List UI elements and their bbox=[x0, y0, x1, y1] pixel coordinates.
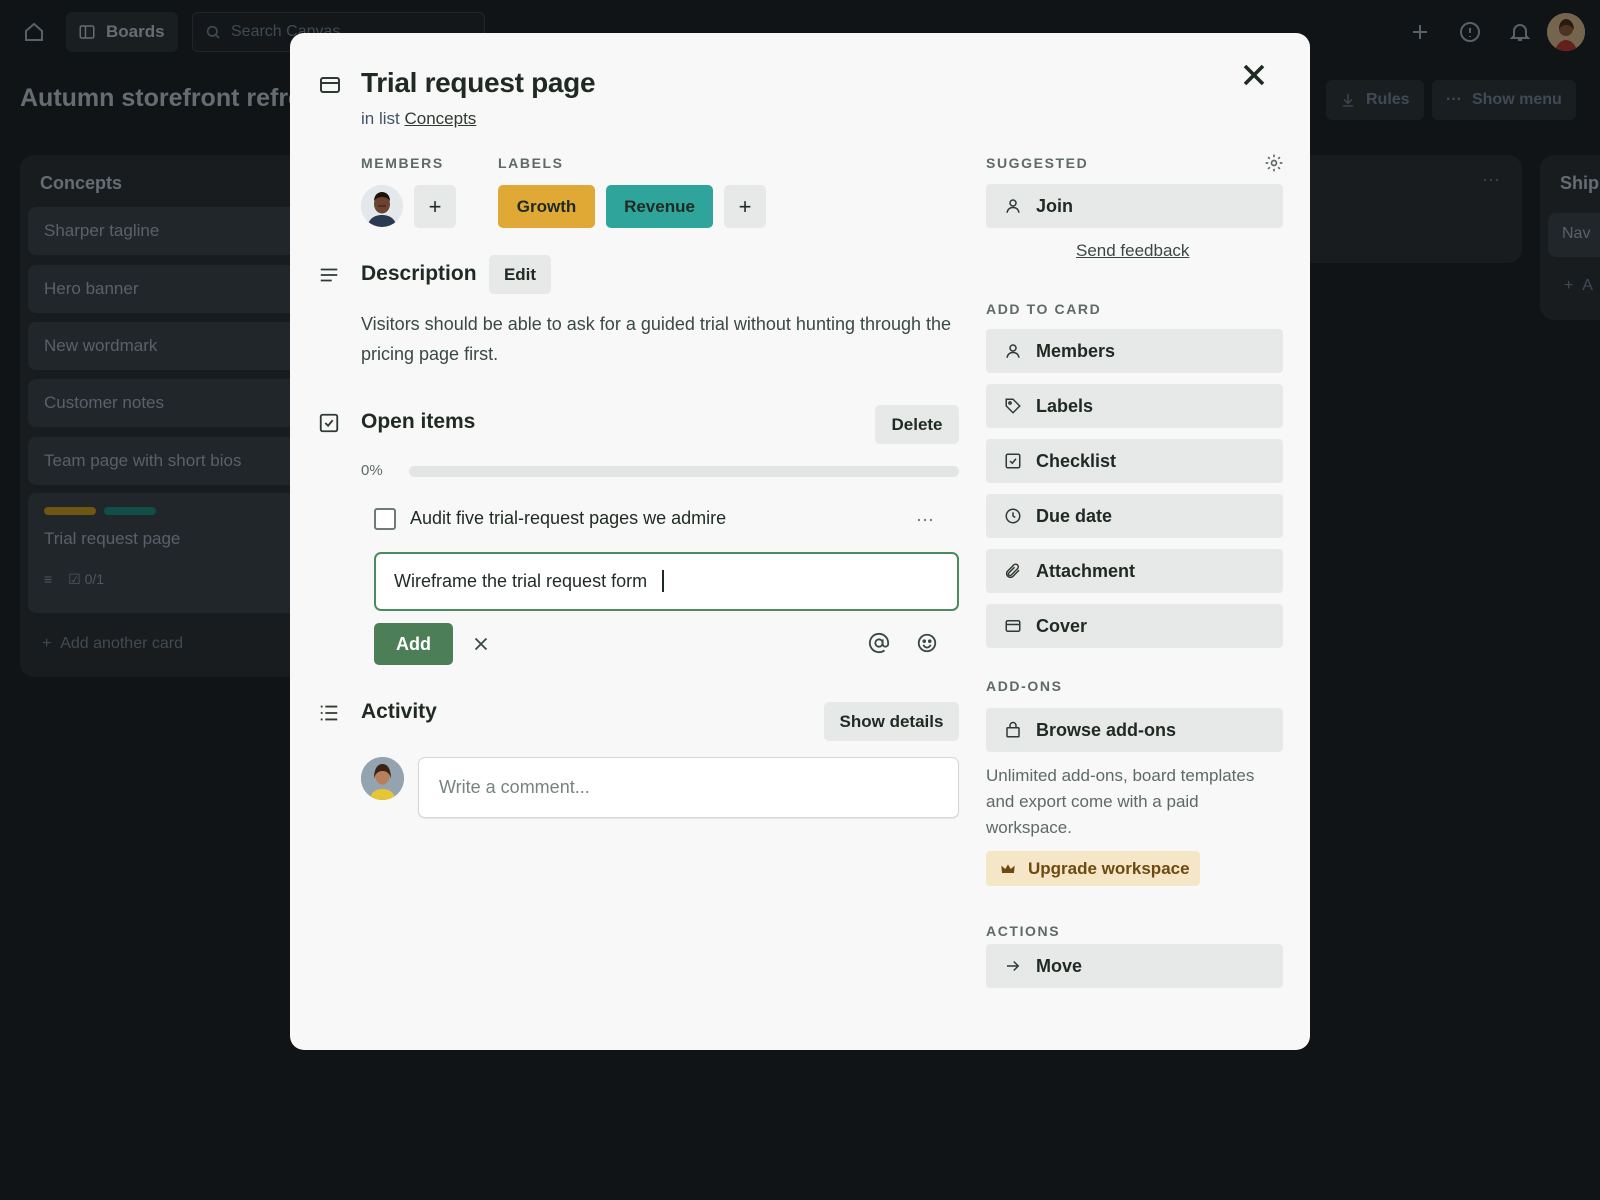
list-link[interactable]: Concepts bbox=[404, 109, 476, 128]
card-icon bbox=[318, 73, 342, 97]
new-checklist-item-input[interactable] bbox=[374, 552, 959, 611]
description-icon bbox=[318, 264, 340, 286]
add-to-card-heading: ADD TO CARD bbox=[986, 301, 1102, 317]
comment-input[interactable] bbox=[418, 757, 959, 818]
checklist-progress-label: 0% bbox=[361, 462, 383, 479]
card-title[interactable]: Trial request page bbox=[361, 67, 596, 99]
checklist-label: Checklist bbox=[1036, 450, 1117, 471]
activity-heading: Activity bbox=[361, 700, 437, 723]
labels-heading: LABELS bbox=[498, 155, 564, 171]
join-button[interactable]: Join bbox=[986, 184, 1283, 228]
checklist-item-checkbox[interactable] bbox=[374, 508, 396, 530]
tag-icon bbox=[1004, 397, 1022, 415]
addons-note: Unlimited add-ons, board templates and e… bbox=[986, 766, 1255, 837]
card-detail-modal: Trial request page in list Concepts MEMB… bbox=[290, 33, 1310, 1050]
browse-addons-label: Browse add-ons bbox=[1036, 719, 1177, 740]
crown-icon bbox=[1000, 861, 1016, 877]
members-button[interactable]: Members bbox=[986, 329, 1283, 373]
edit-description-button[interactable]: Edit bbox=[489, 255, 551, 294]
checklist-heading: Open items bbox=[361, 410, 476, 433]
move-label: Move bbox=[1036, 955, 1083, 976]
suggested-heading: SUGGESTED bbox=[986, 155, 1089, 171]
emoji-icon[interactable] bbox=[916, 632, 938, 654]
checklist-item-text[interactable]: Audit five trial-request pages we admire bbox=[410, 508, 726, 529]
add-item-button[interactable]: Add bbox=[374, 623, 453, 665]
attachment-button[interactable]: Attachment bbox=[986, 549, 1283, 593]
text-caret bbox=[662, 570, 664, 592]
item-more-icon[interactable]: ··· bbox=[916, 509, 936, 529]
add-label-button[interactable]: + bbox=[724, 185, 766, 228]
bag-icon bbox=[1004, 721, 1022, 739]
description-heading: Description bbox=[361, 262, 477, 285]
close-icon[interactable] bbox=[1236, 57, 1272, 93]
mention-icon[interactable] bbox=[868, 632, 890, 654]
cancel-icon[interactable] bbox=[470, 633, 492, 655]
person-icon bbox=[1004, 197, 1022, 215]
person-icon bbox=[1004, 342, 1022, 360]
paperclip-icon bbox=[1004, 562, 1022, 580]
move-button[interactable]: Move bbox=[986, 944, 1283, 988]
activity-icon bbox=[318, 702, 340, 724]
show-details-button[interactable]: Show details bbox=[824, 702, 959, 741]
upgrade-label: Upgrade workspace bbox=[1028, 858, 1190, 878]
checklist-button[interactable]: Checklist bbox=[986, 439, 1283, 483]
members-label: Members bbox=[1036, 340, 1116, 361]
delete-checklist-button[interactable]: Delete bbox=[875, 405, 959, 444]
member-avatar[interactable] bbox=[361, 185, 403, 227]
labels-label: Labels bbox=[1036, 395, 1094, 416]
members-heading: MEMBERS bbox=[361, 155, 444, 171]
cover-button[interactable]: Cover bbox=[986, 604, 1283, 648]
actions-heading: ACTIONS bbox=[986, 923, 1061, 939]
cover-label: Cover bbox=[1036, 615, 1088, 636]
addons-heading: ADD-ONS bbox=[986, 678, 1063, 694]
labels-button[interactable]: Labels bbox=[986, 384, 1283, 428]
checkbox-icon bbox=[1004, 452, 1022, 470]
checklist-icon bbox=[318, 412, 340, 434]
add-member-button[interactable]: + bbox=[414, 185, 456, 228]
clock-icon bbox=[1004, 507, 1022, 525]
in-list-line: in list Concepts bbox=[361, 109, 476, 129]
attachment-label: Attachment bbox=[1036, 560, 1136, 581]
join-label: Join bbox=[1036, 195, 1074, 216]
send-feedback-link[interactable]: Send feedback bbox=[1076, 241, 1189, 261]
due-date-button[interactable]: Due date bbox=[986, 494, 1283, 538]
gear-icon[interactable] bbox=[1264, 153, 1284, 173]
browse-addons-button[interactable]: Browse add-ons bbox=[986, 708, 1283, 752]
arrow-right-icon bbox=[1004, 957, 1022, 975]
label-chip-revenue[interactable]: Revenue bbox=[606, 185, 713, 228]
in-list-prefix: in list bbox=[361, 109, 400, 128]
cover-icon bbox=[1004, 617, 1022, 635]
label-chip-growth[interactable]: Growth bbox=[498, 185, 595, 228]
description-text[interactable]: Visitors should be able to ask for a gui… bbox=[361, 309, 961, 369]
due-date-label: Due date bbox=[1036, 505, 1113, 526]
commenter-avatar bbox=[361, 757, 404, 800]
upgrade-workspace-button[interactable]: Upgrade workspace bbox=[986, 851, 1200, 886]
checklist-progress-bar bbox=[409, 466, 959, 477]
